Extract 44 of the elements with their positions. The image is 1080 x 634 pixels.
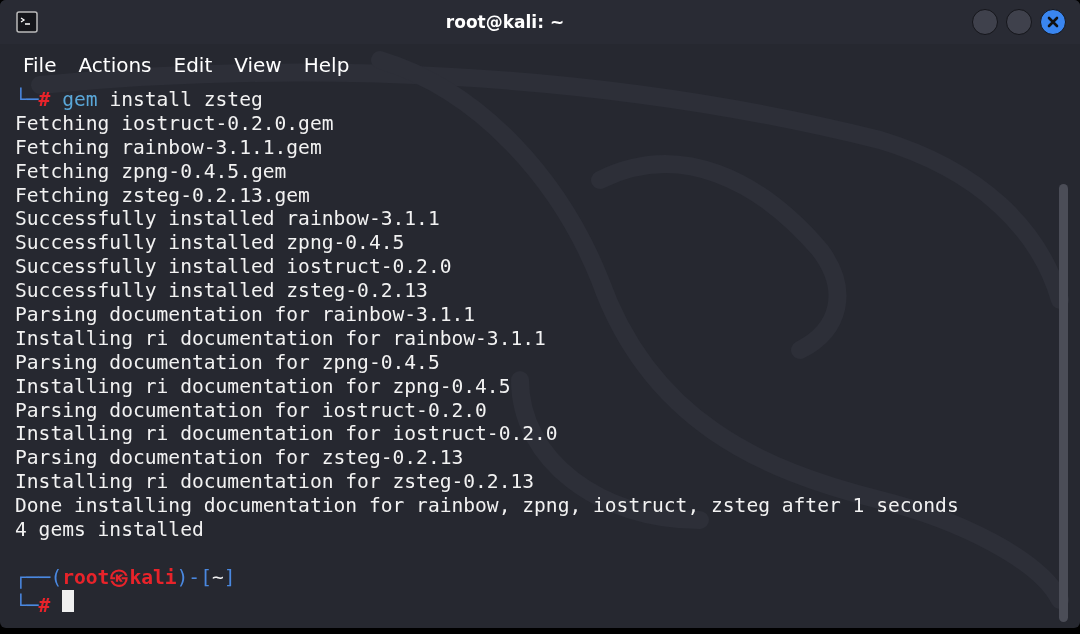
prompt-separator: )-[ xyxy=(176,565,212,590)
prompt-corner: ┌──( xyxy=(15,565,63,590)
output-line: Parsing documentation for iostruct-0.2.0 xyxy=(15,398,487,423)
output-line: Parsing documentation for rainbow-3.1.1 xyxy=(15,303,476,327)
prompt-directory: ~ xyxy=(211,565,224,590)
output-line: 4 gems installed xyxy=(15,518,204,542)
prompt-at-symbol: ㉿ xyxy=(109,565,130,590)
output-line: Successfully installed zsteg-0.2.13 xyxy=(15,279,428,303)
menu-item[interactable]: Actions xyxy=(67,53,163,77)
text-cursor xyxy=(62,589,75,612)
output-line: Successfully installed iostruct-0.2.0 xyxy=(15,255,452,280)
output-line: Successfully installed rainbow-3.1.1 xyxy=(15,207,440,232)
prompt-corner: └─ xyxy=(15,88,39,112)
output-line: Parsing documentation for zpng-0.4.5 xyxy=(15,350,440,375)
scrollbar[interactable] xyxy=(1059,184,1068,622)
output-line: Done installing documentation for rainbow, zpng, iostruct, zsteg after 1 seconds xyxy=(15,494,959,519)
output-line: Fetching zsteg-0.2.13.gem xyxy=(15,183,310,208)
menu-item[interactable]: File xyxy=(12,53,68,77)
prompt-hash: # xyxy=(38,88,51,112)
close-button[interactable] xyxy=(1040,9,1066,35)
minimize-button[interactable] xyxy=(972,9,998,35)
maximize-button[interactable] xyxy=(1006,9,1032,35)
output-line: Fetching rainbow-3.1.1.gem xyxy=(15,135,322,160)
menu-item[interactable]: Help xyxy=(292,53,361,77)
window-title: root@kali: ~ xyxy=(444,12,566,32)
output-line: Installing ri documentation for zpng-0.4.5 xyxy=(15,374,511,399)
output-line: Successfully installed zpng-0.4.5 xyxy=(15,231,405,256)
output-line: Installing ri documentation for iostruct-0.2.0 xyxy=(15,422,558,447)
prompt-hash: # xyxy=(38,593,51,618)
prompt-corner: └─ xyxy=(15,593,39,618)
output-line: Installing ri documentation for rainbow-3.1.1 xyxy=(15,326,546,351)
output-line: Parsing documentation for zsteg-0.2.13 xyxy=(15,446,464,471)
terminal-icon xyxy=(16,11,38,33)
prompt-bracket: ] xyxy=(223,565,236,590)
menu-item[interactable]: Edit xyxy=(162,53,224,77)
command-name: gem xyxy=(62,88,98,112)
output-line: Fetching iostruct-0.2.0.gem xyxy=(15,111,334,136)
output-line: Installing ri documentation for zsteg-0.2.13 xyxy=(15,470,535,495)
close-icon xyxy=(1046,15,1060,29)
prompt-host: kali xyxy=(129,565,177,590)
menu-item[interactable]: View xyxy=(223,53,293,77)
prompt-user: root xyxy=(62,565,110,590)
output-line: Fetching zpng-0.4.5.gem xyxy=(15,159,287,184)
command-arguments: install zsteg xyxy=(109,88,263,112)
